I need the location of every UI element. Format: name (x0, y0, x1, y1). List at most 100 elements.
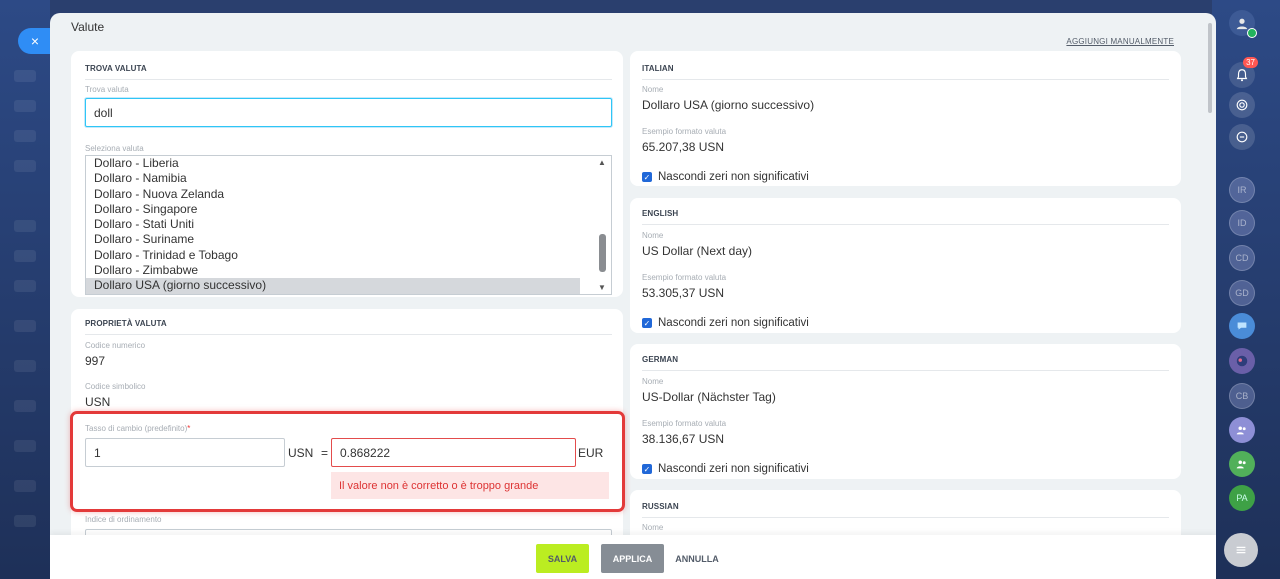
search-chat-icon (1236, 131, 1248, 143)
group-avatar[interactable] (1229, 348, 1255, 374)
select-label: Seleziona valuta (85, 144, 144, 153)
hide-zeros-checkbox[interactable]: ✓ Nascondi zeri non significativi (642, 317, 809, 329)
list-item[interactable]: Dollaro - Stati Uniti (86, 217, 580, 232)
name-label: Nome (642, 523, 664, 532)
format-value: 53.305,37 USN (642, 286, 725, 300)
cancel-button[interactable]: ANNULLA (674, 544, 720, 573)
hide-zeros-checkbox[interactable]: ✓ Nascondi zeri non significativi (642, 171, 809, 183)
list-item[interactable]: Dollaro - Nuova Zelanda (86, 187, 580, 202)
checkbox-label: Nascondi zeri non significativi (658, 463, 809, 475)
language-header: RUSSIAN (642, 502, 679, 511)
format-label: Esempio formato valuta (642, 273, 727, 282)
bg-item (14, 400, 36, 412)
bg-item (14, 70, 36, 82)
contact-avatar[interactable]: PA (1229, 485, 1255, 511)
notifications-badge: 37 (1243, 57, 1258, 68)
scroll-thumb[interactable] (599, 234, 606, 272)
bg-item (14, 220, 36, 232)
divider (642, 517, 1169, 518)
add-manually-link[interactable]: AGGIUNGI MANUALMENTE (1066, 37, 1174, 46)
name-label: Nome (642, 231, 664, 240)
team-avatar[interactable] (1229, 451, 1255, 477)
scroll-down-icon[interactable]: ▼ (598, 283, 606, 292)
name-value: US Dollar (Next day) (642, 244, 753, 258)
currency-listbox[interactable]: Dollaro - Liberia Dollaro - Namibia Doll… (85, 155, 612, 295)
language-card-german: GERMAN Nome US-Dollar (Nächster Tag) Ese… (630, 344, 1181, 479)
format-value: 38.136,67 USN (642, 432, 725, 446)
contact-avatar[interactable]: CD (1229, 245, 1255, 271)
user-avatar[interactable] (1229, 10, 1257, 38)
apply-button[interactable]: APPLICA (601, 544, 664, 573)
contact-avatar[interactable]: ID (1229, 210, 1255, 236)
panel-scrollbar[interactable] (1208, 23, 1212, 113)
list-item[interactable]: Dollaro - Singapore (86, 202, 580, 217)
search-input[interactable]: doll (85, 98, 612, 127)
user-avatar-icon (1236, 18, 1248, 30)
list-item-selected[interactable]: Dollaro USA (giorno successivo) (86, 278, 580, 294)
language-header: GERMAN (642, 355, 679, 364)
bg-item (14, 280, 36, 292)
bg-item (14, 100, 36, 112)
chat-bubble-icon (1237, 322, 1247, 330)
bg-item (14, 160, 36, 172)
people-icon (1236, 426, 1246, 435)
bg-item (14, 320, 36, 332)
list-item[interactable]: Dollaro - Zimbabwe (86, 263, 580, 278)
checkmark-icon[interactable]: ✓ (642, 464, 652, 474)
checkmark-icon[interactable]: ✓ (642, 172, 652, 182)
people-icon (1236, 460, 1246, 469)
listbox-scrollbar[interactable]: ▲ ▼ (594, 156, 611, 294)
language-card-italian: ITALIAN Nome Dollaro USA (giorno success… (630, 51, 1181, 186)
divider (642, 224, 1169, 225)
divider (642, 370, 1169, 371)
symbolic-code-value: USN (85, 395, 111, 409)
contact-avatar[interactable]: IR (1229, 177, 1255, 203)
list-item[interactable]: Dollaro - Namibia (86, 171, 580, 186)
name-label: Nome (642, 377, 664, 386)
numeric-code-label: Codice numerico (85, 341, 146, 350)
checkbox-label: Nascondi zeri non significativi (658, 171, 809, 183)
numeric-code-value: 997 (85, 354, 106, 368)
scroll-up-icon[interactable]: ▲ (598, 158, 606, 167)
online-status-icon (1247, 28, 1257, 38)
name-label: Nome (642, 85, 664, 94)
language-card-english: ENGLISH Nome US Dollar (Next day) Esempi… (630, 198, 1181, 333)
open-chat-button[interactable] (1224, 533, 1258, 567)
spiral-icon (1236, 99, 1248, 111)
bg-item (14, 480, 36, 492)
bg-item (14, 130, 36, 142)
hide-zeros-checkbox[interactable]: ✓ Nascondi zeri non significativi (642, 463, 809, 475)
list-item[interactable]: Dollaro - Suriname (86, 232, 580, 247)
save-button[interactable]: SALVA (536, 544, 589, 573)
menu-lines-icon (1236, 546, 1246, 554)
activity-button[interactable] (1229, 92, 1255, 118)
divider (85, 334, 612, 335)
notifications-button[interactable]: 37 (1229, 57, 1258, 88)
language-header: ENGLISH (642, 209, 679, 218)
right-sidebar: 37 IR ID CD GD CB PA (1212, 0, 1280, 579)
checkbox-label: Nascondi zeri non significativi (658, 317, 809, 329)
chat-avatar[interactable] (1229, 313, 1255, 339)
bell-icon (1236, 69, 1248, 82)
format-label: Esempio formato valuta (642, 419, 727, 428)
find-currency-card: TROVA VALUTA Trova valuta doll Seleziona… (71, 51, 623, 297)
close-icon: × (30, 33, 40, 49)
team-avatar[interactable] (1229, 417, 1255, 443)
search-chat-button[interactable] (1229, 124, 1255, 150)
list-item[interactable]: Dollaro - Liberia (86, 156, 580, 171)
symbolic-code-label: Codice simbolico (85, 382, 146, 391)
bg-item (14, 360, 36, 372)
highlight-box (70, 411, 625, 512)
contact-avatar[interactable]: CB (1229, 383, 1255, 409)
list-item[interactable]: Dollaro - Trinidad e Tobago (86, 248, 580, 263)
sort-index-label: Indice di ordinamento (85, 515, 162, 524)
search-label: Trova valuta (85, 85, 129, 94)
bg-item (14, 250, 36, 262)
footer-bar: SALVA APPLICA ANNULLA (50, 535, 1216, 579)
left-background (0, 0, 50, 579)
properties-header: PROPRIETÀ VALUTA (85, 319, 167, 328)
contact-avatar[interactable]: GD (1229, 280, 1255, 306)
checkmark-icon[interactable]: ✓ (642, 318, 652, 328)
close-button[interactable]: × (18, 28, 52, 54)
name-value: Dollaro USA (giorno successivo) (642, 98, 815, 112)
